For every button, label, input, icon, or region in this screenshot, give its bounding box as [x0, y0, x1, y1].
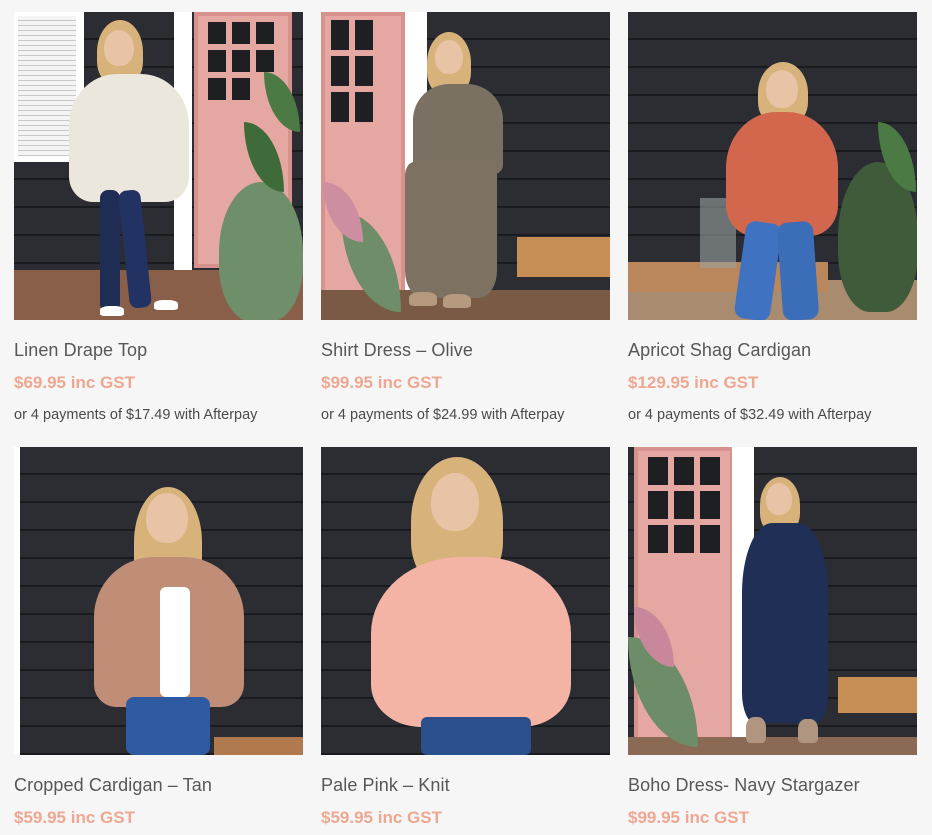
product-card: Apricot Shag Cardigan $129.95 inc GST or… [628, 12, 917, 423]
product-card: Boho Dress- Navy Stargazer $99.95 inc GS… [628, 447, 917, 827]
product-title[interactable]: Pale Pink – Knit [321, 775, 450, 796]
product-title[interactable]: Apricot Shag Cardigan [628, 340, 811, 361]
product-price: $59.95 inc GST [321, 808, 442, 827]
product-image-linen-drape-top[interactable] [14, 12, 303, 320]
product-grid: Linen Drape Top $69.95 inc GST or 4 paym… [0, 0, 932, 835]
product-card: Shirt Dress – Olive $99.95 inc GST or 4 … [321, 12, 610, 423]
product-title[interactable]: Boho Dress- Navy Stargazer [628, 775, 860, 796]
product-image-shirt-dress-olive[interactable] [321, 12, 610, 320]
product-title[interactable]: Shirt Dress – Olive [321, 340, 473, 361]
afterpay-installments: or 4 payments of $17.49 with Afterpay [14, 407, 258, 423]
product-image-apricot-shag-cardigan[interactable] [628, 12, 917, 320]
product-card: Pale Pink – Knit $59.95 inc GST [321, 447, 610, 827]
product-price: $69.95 inc GST [14, 373, 135, 392]
product-price: $129.95 inc GST [628, 373, 759, 392]
product-price: $59.95 inc GST [14, 808, 135, 827]
product-title[interactable]: Cropped Cardigan – Tan [14, 775, 212, 796]
product-card: Cropped Cardigan – Tan $59.95 inc GST [14, 447, 303, 827]
product-price: $99.95 inc GST [628, 808, 749, 827]
product-title[interactable]: Linen Drape Top [14, 340, 147, 361]
product-image-pale-pink-knit[interactable] [321, 447, 610, 755]
product-card: Linen Drape Top $69.95 inc GST or 4 paym… [14, 12, 303, 423]
product-price: $99.95 inc GST [321, 373, 442, 392]
product-image-cropped-cardigan-tan[interactable] [14, 447, 303, 755]
afterpay-installments: or 4 payments of $24.99 with Afterpay [321, 407, 565, 423]
product-image-boho-dress-navy-stargazer[interactable] [628, 447, 917, 755]
afterpay-installments: or 4 payments of $32.49 with Afterpay [628, 407, 872, 423]
